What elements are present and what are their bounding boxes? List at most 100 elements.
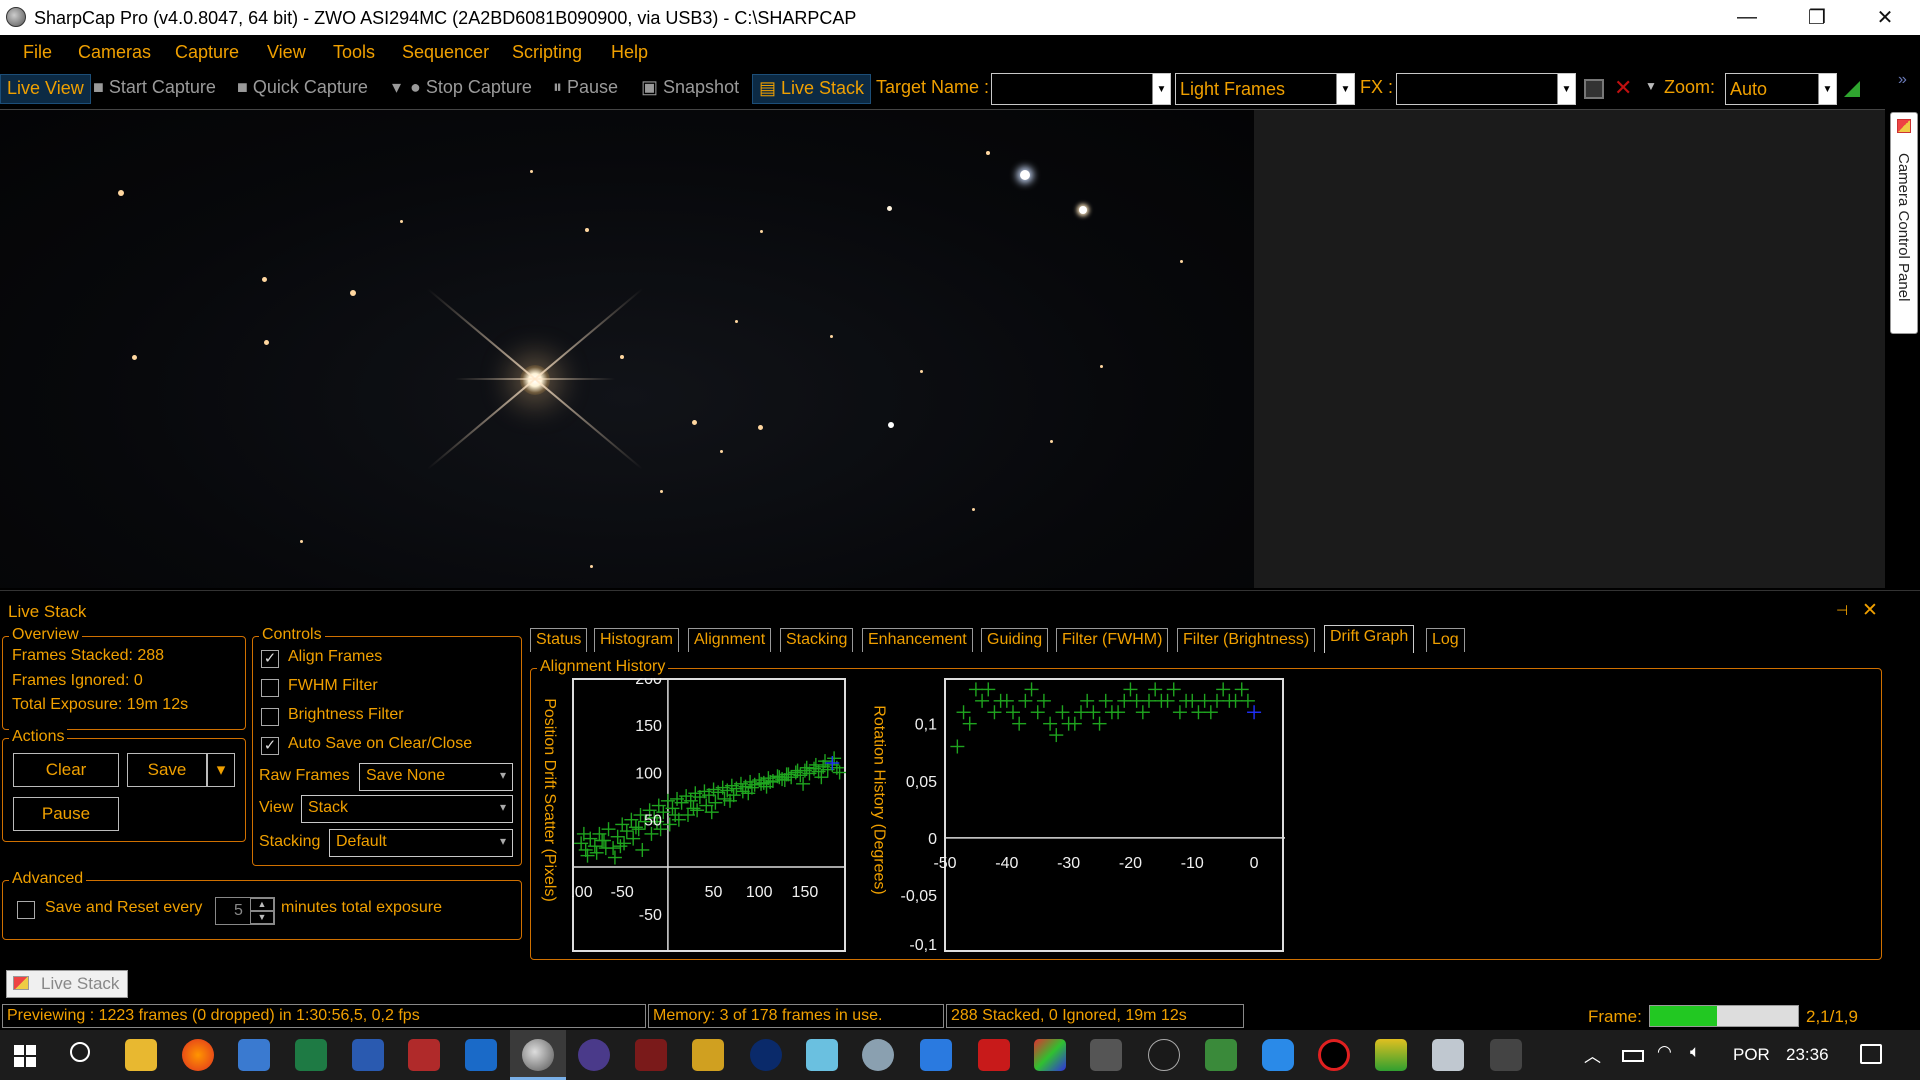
save-reset-checkbox[interactable] <box>17 901 35 919</box>
search-icon[interactable] <box>70 1042 90 1062</box>
live-stack-document-tab[interactable]: Live Stack <box>6 970 128 998</box>
restore-button[interactable]: ❐ <box>1782 0 1852 35</box>
app-paint-icon[interactable] <box>1432 1039 1464 1071</box>
close-button[interactable]: ✕ <box>1850 0 1920 35</box>
auto-save-checkbox[interactable]: ✓ <box>261 737 279 755</box>
clock[interactable]: 23:36 <box>1786 1045 1829 1065</box>
menu-tools[interactable]: Tools <box>333 42 375 63</box>
word-icon[interactable] <box>352 1039 384 1071</box>
app-yellow-icon[interactable] <box>692 1039 724 1071</box>
zoom-label: Zoom: <box>1664 77 1716 97</box>
tab-status[interactable]: Status <box>530 628 588 652</box>
save-button[interactable]: Save <box>127 753 207 787</box>
stacking-select[interactable]: Default ▾ <box>329 829 513 857</box>
backyard-icon[interactable] <box>635 1039 667 1071</box>
app-tool-icon[interactable] <box>1490 1039 1522 1071</box>
language-indicator[interactable]: POR <box>1733 1045 1770 1065</box>
histogram-icon[interactable] <box>1844 81 1860 97</box>
menu-sequencer[interactable]: Sequencer <box>402 42 489 63</box>
tab-filter-brightness[interactable]: Filter (Brightness) <box>1177 628 1316 652</box>
snapshot-button[interactable]: ▣ Snapshot <box>641 77 739 98</box>
frame-type-select[interactable]: Light Frames ▼ <box>1175 73 1355 105</box>
app-red-icon[interactable] <box>1318 1039 1350 1071</box>
asi-studio-icon[interactable] <box>1148 1039 1180 1071</box>
live-stack-button[interactable]: ▤ Live Stack <box>752 74 872 104</box>
app-color-icon[interactable] <box>1034 1039 1066 1071</box>
app-cyan-icon[interactable] <box>806 1039 838 1071</box>
tab-filter-fwhm[interactable]: Filter (FWHM) <box>1056 628 1169 652</box>
chevron-right-icon[interactable]: » <box>1898 71 1907 89</box>
live-stack-icon: ▤ <box>759 78 782 98</box>
app-stack-icon[interactable] <box>1375 1039 1407 1071</box>
stepper-up-icon[interactable]: ▲ <box>250 898 274 911</box>
notifications-icon[interactable] <box>1860 1044 1882 1064</box>
target-name-input[interactable]: ▼ <box>991 73 1171 105</box>
calculator-icon[interactable] <box>238 1039 270 1071</box>
tab-guiding[interactable]: Guiding <box>981 628 1049 652</box>
sharpcap-taskbar-item[interactable] <box>510 1030 566 1080</box>
outlook-icon[interactable] <box>465 1039 497 1071</box>
stop-capture-button[interactable]: ● Stop Capture <box>410 77 532 98</box>
menu-scripting[interactable]: Scripting <box>512 42 582 63</box>
zoom-icon[interactable] <box>1262 1039 1294 1071</box>
asi-icon[interactable] <box>978 1039 1010 1071</box>
pause-button[interactable]: ⏸ Pause <box>553 77 618 98</box>
tab-log[interactable]: Log <box>1426 628 1465 652</box>
pause-stack-button[interactable]: Pause <box>13 797 119 831</box>
chevron-down-icon[interactable]: ▼ <box>1152 74 1170 104</box>
chevron-down-icon[interactable]: ▼ <box>1645 79 1657 93</box>
app-gray-icon[interactable] <box>1090 1039 1122 1071</box>
minimize-button[interactable]: — <box>1712 0 1782 35</box>
raw-frames-select[interactable]: Save None ▾ <box>359 763 513 791</box>
quick-capture-button[interactable]: ■ Quick Capture <box>237 77 368 98</box>
close-panel-icon[interactable]: ✕ <box>1862 599 1878 622</box>
clear-button[interactable]: Clear <box>13 753 119 787</box>
camera-image[interactable] <box>0 110 1254 588</box>
reticle-icon[interactable] <box>1584 79 1604 99</box>
battery-icon[interactable] <box>1622 1050 1644 1062</box>
excel-icon[interactable] <box>295 1039 327 1071</box>
photoshop-icon[interactable] <box>750 1039 782 1071</box>
fx-select[interactable]: ▼ <box>1396 73 1576 105</box>
brightness-filter-checkbox[interactable] <box>261 708 279 726</box>
zoom-select[interactable]: Auto ▼ <box>1725 73 1837 105</box>
access-icon[interactable] <box>408 1039 440 1071</box>
minutes-suffix: minutes total exposure <box>281 899 442 916</box>
menu-view[interactable]: View <box>267 42 306 63</box>
frames-stacked: Frames Stacked: 288 <box>12 647 165 664</box>
chevron-up-icon[interactable]: ︿ <box>1584 1042 1601 1067</box>
tab-alignment[interactable]: Alignment <box>688 628 772 652</box>
menu-capture[interactable]: Capture <box>175 42 239 63</box>
align-frames-checkbox[interactable]: ✓ <box>261 650 279 668</box>
chevron-down-icon[interactable]: ▼ <box>1818 74 1836 104</box>
minutes-stepper[interactable]: 5 ▲ ▼ <box>215 897 275 925</box>
chevron-down-icon[interactable]: ▼ <box>1557 74 1575 104</box>
stepper-down-icon[interactable]: ▼ <box>250 911 274 924</box>
wifi-icon[interactable]: ◠ <box>1657 1042 1672 1062</box>
camera-control-panel-tab[interactable]: Camera Control Panel <box>1890 112 1918 334</box>
file-explorer-icon[interactable] <box>125 1039 157 1071</box>
calendar-icon[interactable] <box>920 1039 952 1071</box>
start-capture-button[interactable]: ■ Start Capture <box>93 77 216 98</box>
chevron-down-icon[interactable]: ▼ <box>1336 74 1354 104</box>
menu-help[interactable]: Help <box>611 42 648 63</box>
tab-stacking[interactable]: Stacking <box>780 628 854 652</box>
cross-icon[interactable]: ✕ <box>1614 75 1632 101</box>
firefox-icon[interactable] <box>182 1039 214 1071</box>
live-view-button[interactable]: Live View <box>0 74 91 104</box>
registax-icon[interactable] <box>1205 1039 1237 1071</box>
tab-enhancement[interactable]: Enhancement <box>862 628 973 652</box>
tab-histogram[interactable]: Histogram <box>594 628 679 652</box>
app-bird-icon[interactable] <box>862 1039 894 1071</box>
fwhm-filter-checkbox[interactable] <box>261 679 279 697</box>
speaker-icon[interactable]: 🔈︎ <box>1690 1042 1700 1062</box>
view-select[interactable]: Stack ▾ <box>301 795 513 823</box>
menu-file[interactable]: File <box>23 42 52 63</box>
stellarium-icon[interactable] <box>578 1039 610 1071</box>
save-dropdown-icon[interactable]: ▾ <box>207 753 235 787</box>
windows-start-icon[interactable] <box>14 1045 36 1067</box>
chevron-down-icon[interactable]: ▾ <box>392 77 401 98</box>
menu-cameras[interactable]: Cameras <box>78 42 151 63</box>
pin-icon[interactable]: ⊣ <box>1836 602 1848 619</box>
tab-drift-graph[interactable]: Drift Graph <box>1324 625 1415 653</box>
